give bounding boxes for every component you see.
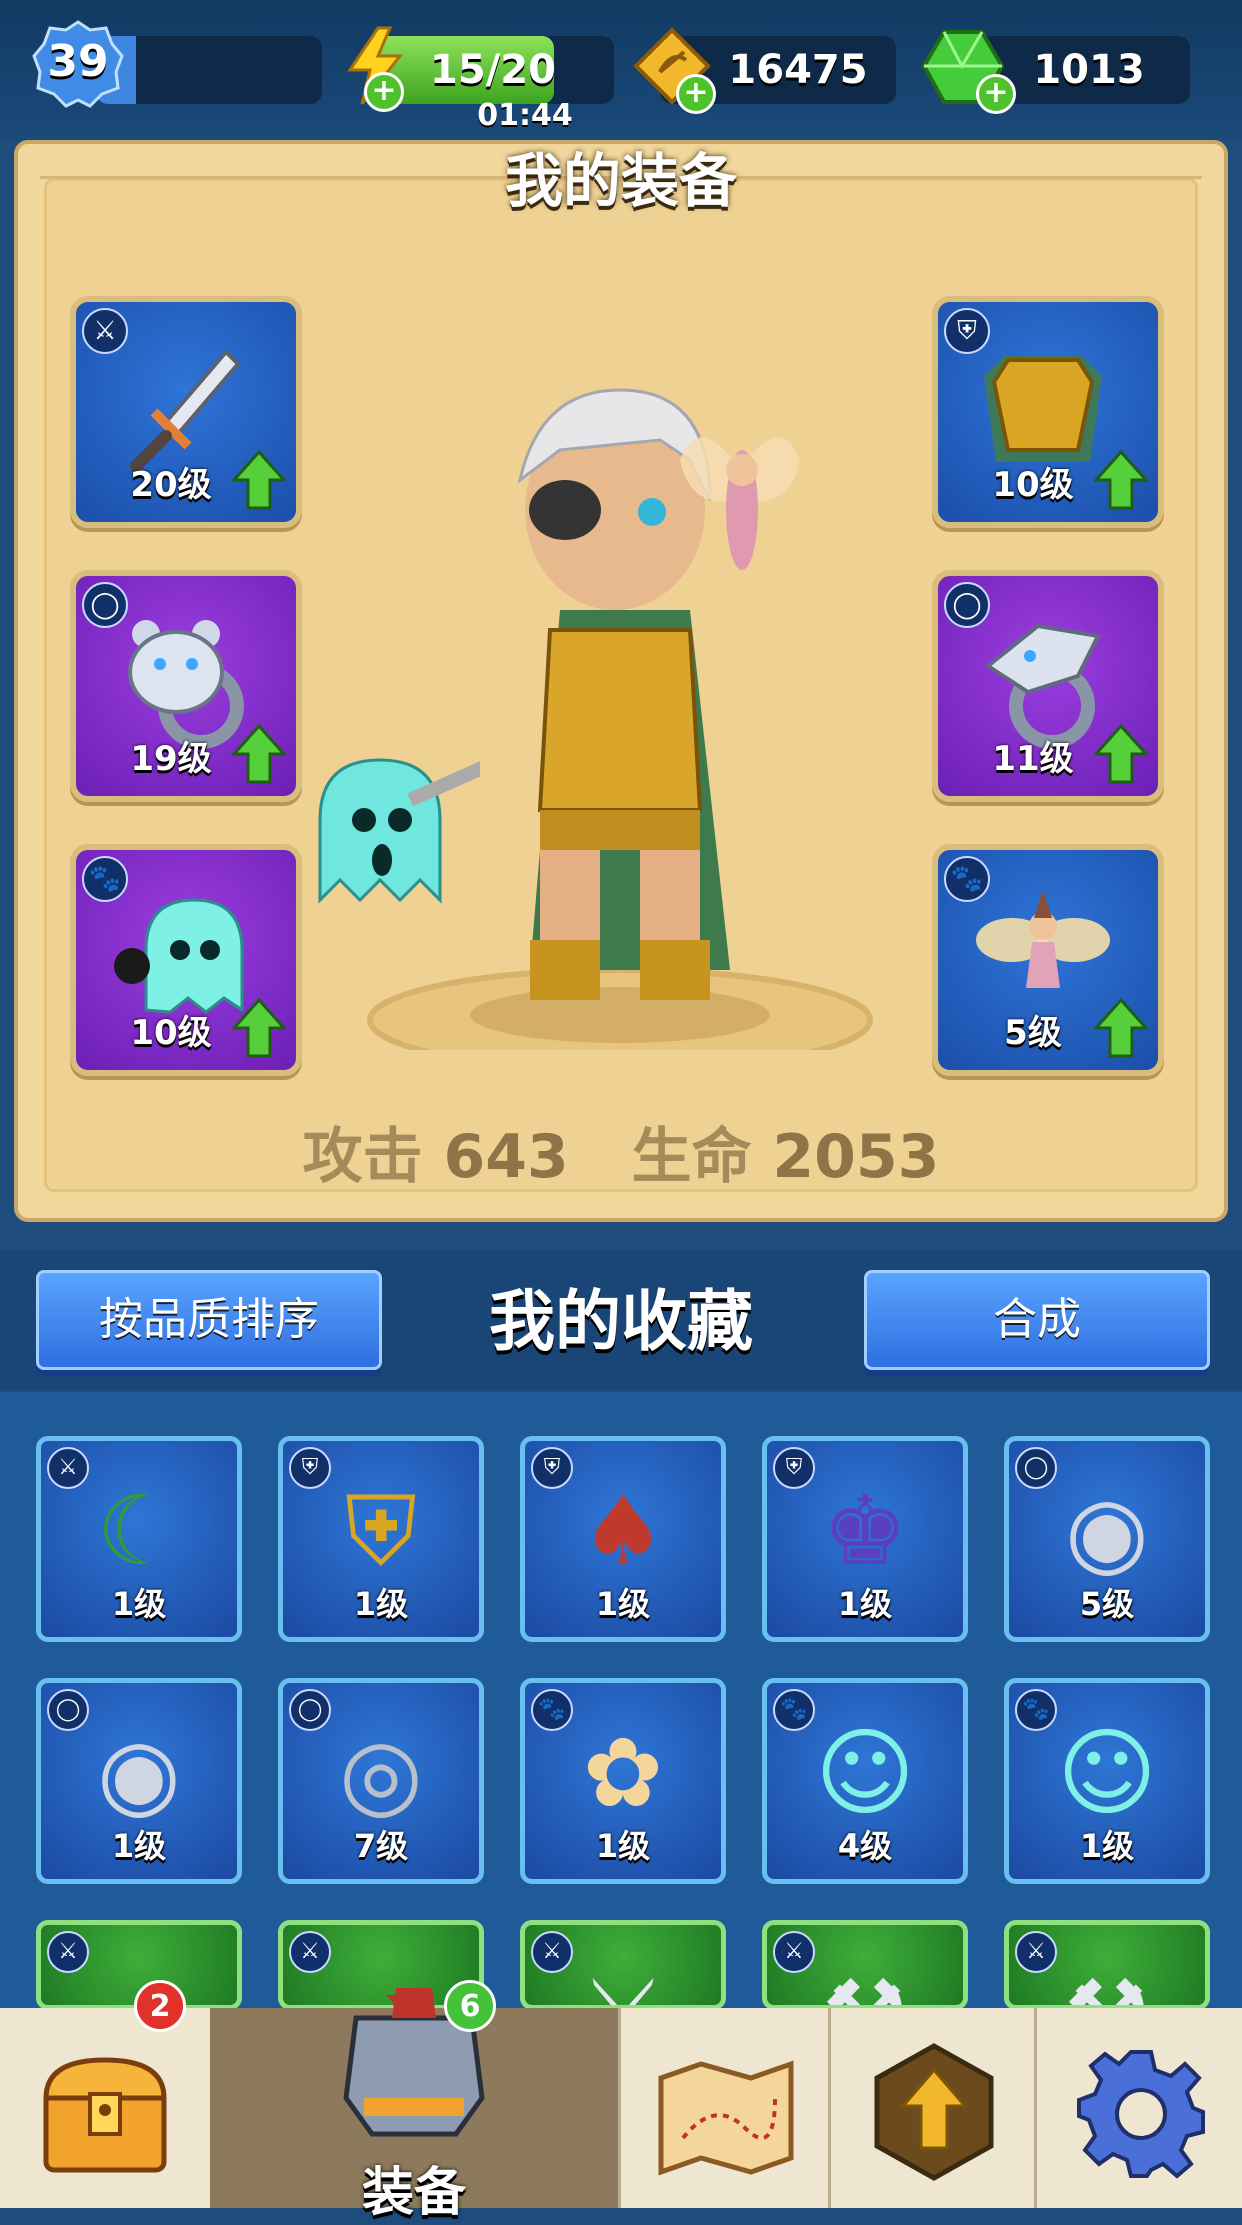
item-level: 1级 bbox=[1079, 1827, 1135, 1865]
nav-map[interactable] bbox=[618, 2008, 828, 2208]
upgrade-arrow-icon bbox=[1094, 998, 1148, 1058]
treasure-map-icon bbox=[658, 2060, 794, 2176]
energy-timer: 01:44 bbox=[477, 98, 573, 133]
item-level: 1级 bbox=[111, 1585, 167, 1623]
hp-value: 2053 bbox=[772, 1122, 940, 1192]
collection-item[interactable]: 🐾 ☺ 4级 bbox=[762, 1678, 968, 1884]
ghost-pet-companion bbox=[318, 758, 480, 904]
collection-item[interactable]: ⛨ ♚ 1级 bbox=[762, 1436, 968, 1642]
item-level: 4级 bbox=[837, 1827, 893, 1865]
equipped-pet-slot-2[interactable]: 🐾 5级 bbox=[932, 844, 1164, 1076]
collection-item[interactable]: ⚔⚒ bbox=[1004, 1920, 1210, 2010]
upgrade-arrow-icon bbox=[232, 998, 286, 1058]
hero-stats: 攻击 643 生命 2053 bbox=[0, 1108, 1242, 1195]
collection-item[interactable]: ⚔ ☾ 1级 bbox=[36, 1436, 242, 1642]
merge-button[interactable]: 合成 bbox=[864, 1270, 1210, 1370]
upgrade-arrow-icon bbox=[232, 450, 286, 510]
item-level: 1级 bbox=[111, 1827, 167, 1865]
upgrade-arrow-icon bbox=[1094, 724, 1148, 784]
claw-icon: ⚒ bbox=[1037, 1945, 1177, 2005]
claw-icon: ⚒ bbox=[795, 1945, 935, 2005]
item-level: 1级 bbox=[595, 1827, 651, 1865]
equipped-weapon-slot[interactable]: ⚔ 20级 bbox=[70, 296, 302, 528]
add-gold-icon[interactable]: + bbox=[676, 74, 716, 114]
hero-character[interactable] bbox=[360, 350, 880, 1050]
item-level: 5级 bbox=[1079, 1585, 1135, 1623]
treasure-chest-icon bbox=[43, 2057, 167, 2173]
sword-icon: ⚔ bbox=[553, 1945, 693, 2005]
collection-item[interactable]: ◯ ◉ 1级 bbox=[36, 1678, 242, 1884]
item-level: 1级 bbox=[837, 1585, 893, 1623]
item-level: 1级 bbox=[353, 1585, 409, 1623]
nav-upgrade[interactable] bbox=[828, 2008, 1034, 2208]
hp-label: 生命 bbox=[631, 1122, 752, 1192]
chest-badge: 2 bbox=[134, 1980, 186, 2032]
equipped-ring-slot-2[interactable]: ◯ 11级 bbox=[932, 570, 1164, 802]
collection-item[interactable]: ⛨ ⛨ 1级 bbox=[278, 1436, 484, 1642]
collection-item[interactable]: 🐾 ✿ 1级 bbox=[520, 1678, 726, 1884]
gear-icon bbox=[1077, 2050, 1205, 2179]
nav-chest[interactable] bbox=[0, 2008, 210, 2208]
collection-item[interactable]: ◯ ◉ 5级 bbox=[1004, 1436, 1210, 1642]
upgrade-hexagon-icon bbox=[874, 2043, 994, 2181]
attack-value: 643 bbox=[443, 1122, 569, 1192]
equipment-badge: 6 bbox=[444, 1980, 496, 2032]
equipment-title: 我的装备 bbox=[504, 147, 737, 215]
nav-settings[interactable] bbox=[1034, 2008, 1242, 2208]
xp-bar bbox=[96, 36, 322, 104]
nav-equipment-label: 装备 bbox=[361, 2163, 466, 2223]
collection-item[interactable]: ⚔⚔ bbox=[520, 1920, 726, 2010]
item-level: 7级 bbox=[353, 1827, 409, 1865]
add-energy-icon[interactable]: + bbox=[364, 72, 404, 112]
collection-item[interactable]: ◯ ◎ 7级 bbox=[278, 1678, 484, 1884]
item-level: 1级 bbox=[595, 1585, 651, 1623]
add-gems-icon[interactable]: + bbox=[976, 74, 1016, 114]
attack-label: 攻击 bbox=[302, 1122, 423, 1192]
collection-item[interactable]: ⚔⚒ bbox=[762, 1920, 968, 2010]
equipped-armor-slot[interactable]: ⛨ 10级 bbox=[932, 296, 1164, 528]
upgrade-arrow-icon bbox=[1094, 450, 1148, 510]
collection-item[interactable]: ⛨ ♠ 1级 bbox=[520, 1436, 726, 1642]
player-level: 39 bbox=[47, 36, 109, 87]
collection-item[interactable]: 🐾 ☺ 1级 bbox=[1004, 1678, 1210, 1884]
